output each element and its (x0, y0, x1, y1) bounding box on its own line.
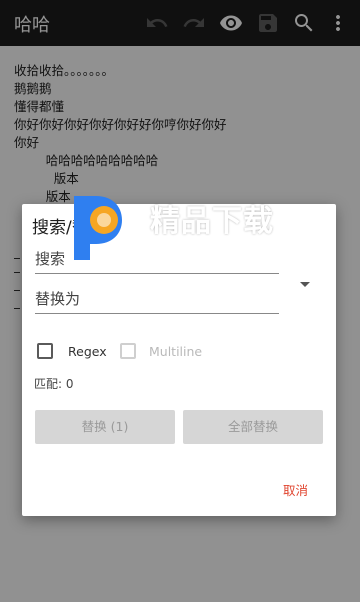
regex-label: Regex (68, 344, 107, 359)
replace-button[interactable]: 替换 (1) (35, 410, 175, 444)
watermark-url: www.j9p.com (150, 238, 224, 251)
dropdown-arrow-icon[interactable] (298, 275, 312, 287)
multiline-checkbox[interactable] (120, 343, 136, 359)
replace-field[interactable] (35, 284, 279, 314)
replace-all-button[interactable]: 全部替换 (183, 410, 323, 444)
cancel-button[interactable]: 取消 (283, 480, 308, 499)
match-count: 匹配: 0 (34, 377, 74, 391)
watermark: 精品下载 www.j9p.com (68, 190, 300, 262)
multiline-label: Multiline (149, 344, 203, 359)
regex-checkbox[interactable] (37, 343, 53, 359)
replace-input[interactable] (35, 290, 279, 308)
watermark-name: 精品下载 (150, 204, 274, 239)
watermark-logo-icon (74, 196, 122, 260)
